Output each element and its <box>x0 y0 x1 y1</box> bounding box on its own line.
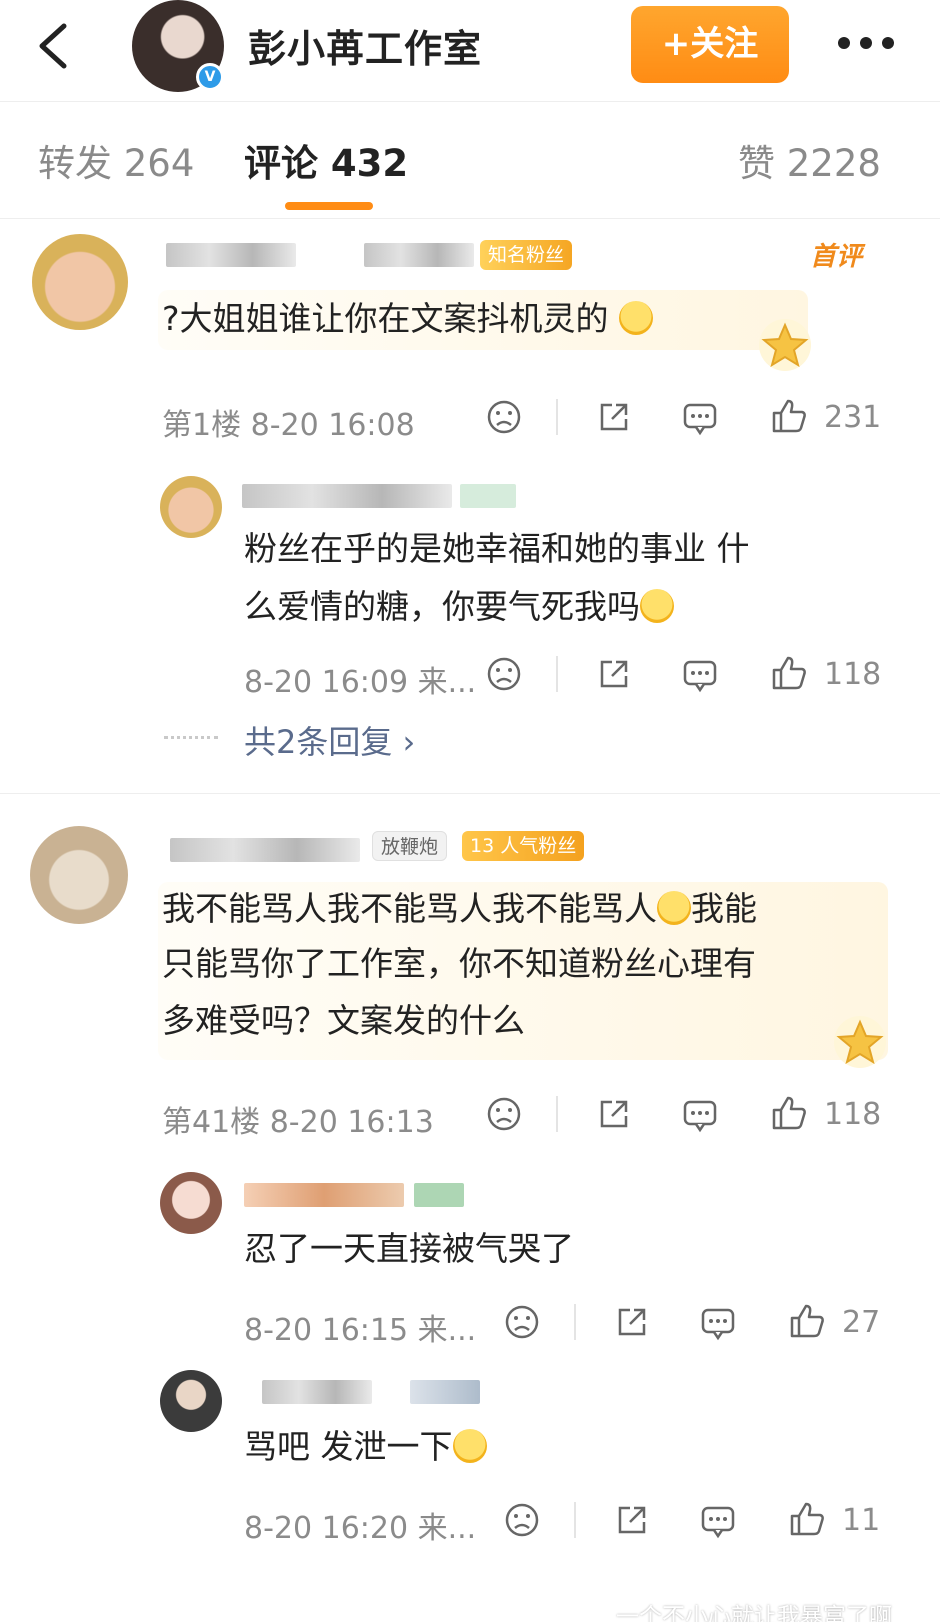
share-icon[interactable] <box>614 1502 650 1538</box>
comment-meta: 第1楼 8-20 16:08 <box>162 408 415 443</box>
like-icon[interactable] <box>788 1302 826 1340</box>
comment-icon[interactable] <box>682 1097 718 1133</box>
avatar[interactable] <box>30 826 128 924</box>
comment-text: 多难受吗？文案发的什么 <box>162 1001 525 1040</box>
page-title: 彭小苒工作室 <box>248 27 483 71</box>
back-arrow-icon[interactable] <box>34 22 74 70</box>
comment-meta: 第41楼 8-20 16:13 <box>162 1105 434 1140</box>
nickname-tag: 放鞭炮 <box>372 831 448 861</box>
comment-icon[interactable] <box>700 1503 736 1539</box>
star-badge-icon <box>834 1016 886 1068</box>
fan-badge[interactable]: 知名粉丝 <box>480 240 573 270</box>
badge-redacted <box>410 1380 480 1404</box>
like-icon[interactable] <box>770 654 808 692</box>
emoji-icon <box>640 589 674 623</box>
tab-comments[interactable]: 评论 432 <box>244 133 408 187</box>
comment-text: ?大姐姐谁让你在文案抖机灵的 <box>162 290 654 348</box>
active-tab-indicator <box>285 202 373 210</box>
reply-dots-divider <box>164 736 218 739</box>
dislike-face-icon[interactable] <box>486 399 522 435</box>
dislike-face-icon[interactable] <box>486 1096 522 1132</box>
dislike-face-icon[interactable] <box>504 1304 540 1340</box>
dislike-face-icon[interactable] <box>504 1502 540 1538</box>
comment-text: 我不能骂人我不能骂人我不能骂人 我能 <box>162 889 757 928</box>
avatar[interactable] <box>32 234 128 330</box>
like-count: 231 <box>824 400 882 435</box>
divider <box>574 1304 576 1340</box>
username-redacted[interactable] <box>166 243 296 267</box>
watermark-text: 一个不小心就让我暴富了啊 <box>616 1604 892 1622</box>
share-icon[interactable] <box>596 399 632 435</box>
like-count: 118 <box>824 657 882 692</box>
tab-reposts[interactable]: 转发 264 <box>38 133 194 187</box>
share-icon[interactable] <box>596 1096 632 1132</box>
avatar[interactable] <box>160 1370 222 1432</box>
comment-icon[interactable] <box>682 400 718 436</box>
more-options-icon[interactable] <box>836 30 896 56</box>
star-badge-icon <box>759 319 811 371</box>
badge-redacted <box>460 484 516 508</box>
comment-separator <box>0 793 940 794</box>
emoji-icon <box>619 301 654 335</box>
reply-text: 粉丝在乎的是她幸福和她的事业 什 <box>244 529 750 568</box>
divider <box>556 1096 558 1132</box>
reply-text: 么爱情的糖，你要气死我吗 <box>244 578 674 636</box>
badge-redacted <box>414 1183 464 1207</box>
follow-button[interactable]: +关注 <box>631 6 789 83</box>
comment-icon[interactable] <box>700 1305 736 1341</box>
comment-icon[interactable] <box>682 657 718 693</box>
like-count: 27 <box>842 1305 881 1340</box>
divider <box>556 399 558 435</box>
divider <box>574 1502 576 1538</box>
reply-text: 骂吧 发泄一下 <box>244 1418 487 1476</box>
username-redacted[interactable] <box>364 243 474 267</box>
username-redacted[interactable] <box>244 1183 404 1207</box>
view-more-replies-link[interactable]: 共2条回复 › <box>244 717 415 763</box>
avatar[interactable] <box>160 476 222 538</box>
tab-bar: 转发 264 评论 432 赞 2228 <box>0 103 940 219</box>
username-redacted[interactable] <box>262 1380 372 1404</box>
emoji-icon <box>452 1429 487 1463</box>
avatar[interactable] <box>160 1172 222 1234</box>
share-icon[interactable] <box>614 1304 650 1340</box>
first-comment-tag: 首评 <box>810 242 863 272</box>
reply-text: 忍了一天直接被气哭了 <box>244 1229 574 1268</box>
tab-likes[interactable]: 赞 2228 <box>738 133 881 187</box>
like-icon[interactable] <box>770 1094 808 1132</box>
divider <box>556 656 558 692</box>
like-icon[interactable] <box>788 1500 826 1538</box>
verified-badge-icon: V <box>196 63 224 91</box>
emoji-icon <box>657 891 691 925</box>
username-redacted[interactable] <box>170 838 360 862</box>
popular-fan-badge[interactable]: 13 人气粉丝 <box>462 831 585 861</box>
like-icon[interactable] <box>770 397 808 435</box>
share-icon[interactable] <box>596 656 632 692</box>
username-redacted[interactable] <box>242 484 452 508</box>
comment-text: 只能骂你了工作室，你不知道粉丝心理有 <box>162 944 756 983</box>
dislike-face-icon[interactable] <box>486 656 522 692</box>
like-count: 11 <box>842 1503 881 1538</box>
reply-meta: 8-20 16:15 来... <box>244 1313 477 1348</box>
top-bar: V 彭小苒工作室 +关注 <box>0 0 940 102</box>
reply-meta: 8-20 16:09 来... <box>244 665 477 700</box>
like-count: 118 <box>824 1097 882 1132</box>
reply-meta: 8-20 16:20 来... <box>244 1511 477 1546</box>
